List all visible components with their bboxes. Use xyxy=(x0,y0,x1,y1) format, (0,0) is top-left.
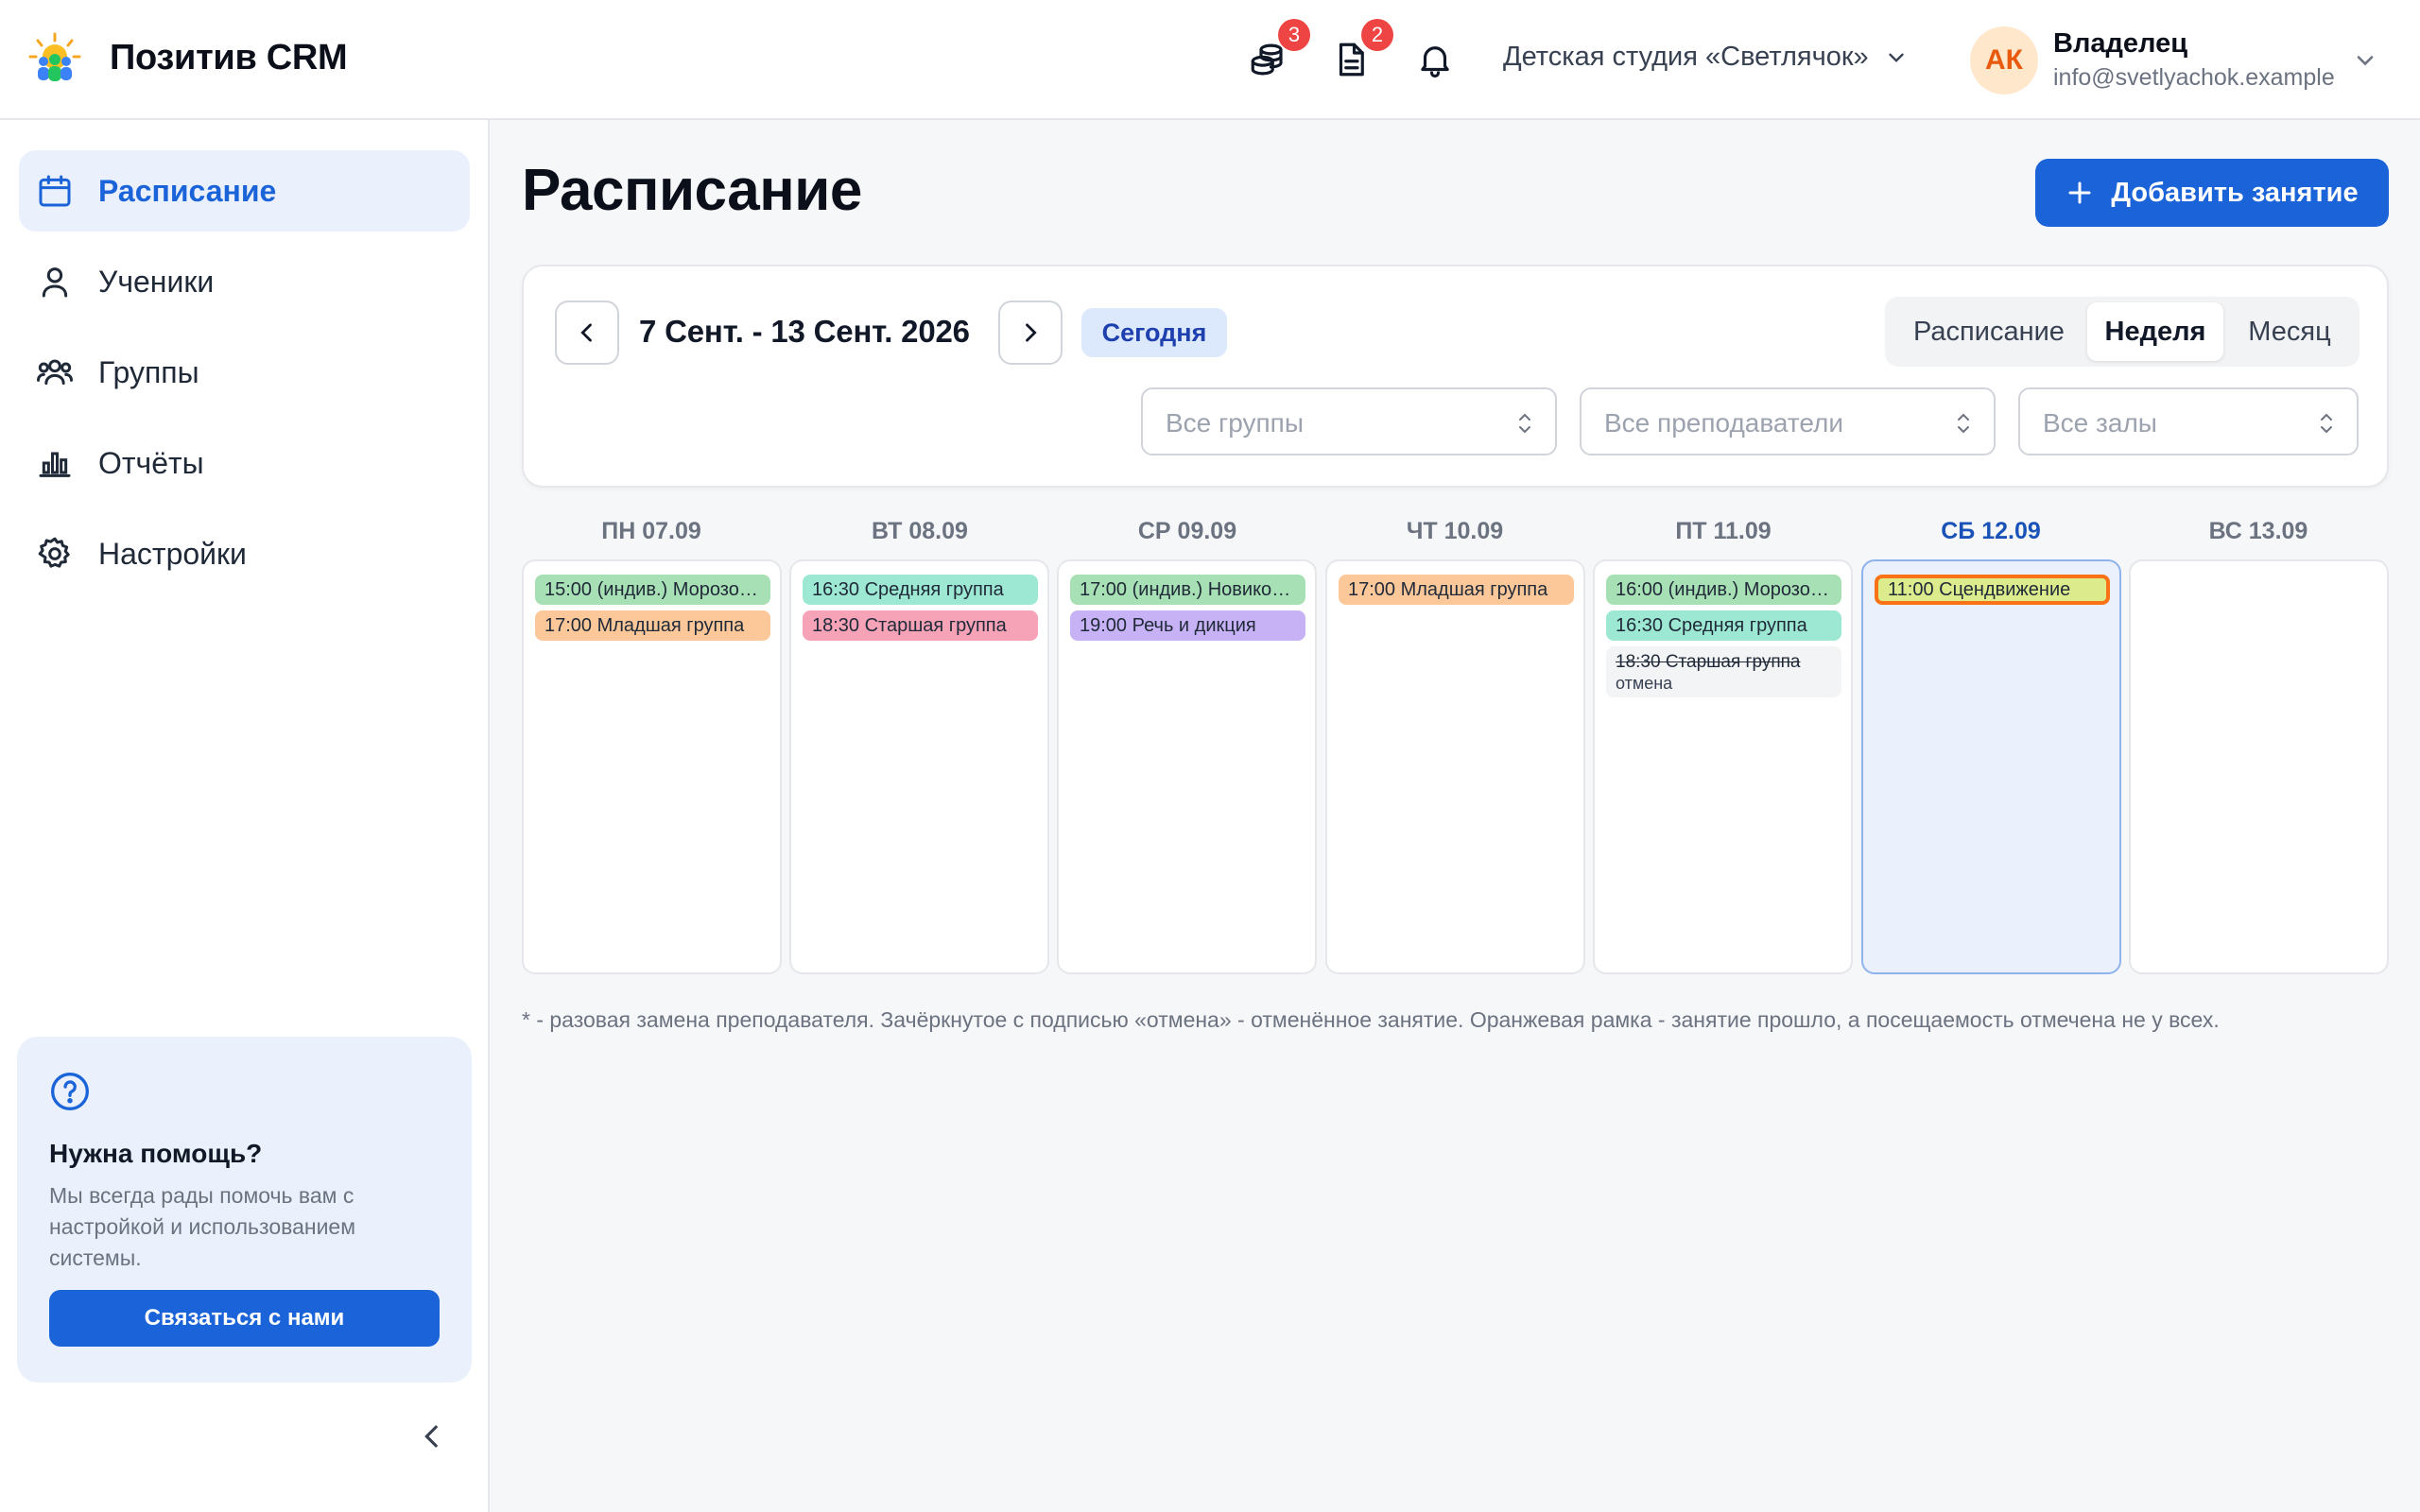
event-chip[interactable]: 17:00 (индив.) Новиков Артём xyxy=(1070,575,1305,605)
day-column-sun[interactable] xyxy=(2129,559,2389,974)
user-email: info@svetlyachok.example xyxy=(2053,64,2335,91)
tab-week[interactable]: Неделя xyxy=(2087,302,2223,361)
sun-people-logo xyxy=(28,32,81,81)
teachers-filter-placeholder: Все преподаватели xyxy=(1604,408,1844,438)
help-card: Нужна помощь? Мы всегда рады помочь вам … xyxy=(17,1037,472,1383)
event-chip[interactable]: 19:00 Речь и дикция xyxy=(1070,610,1305,641)
chevron-down-icon xyxy=(1888,53,1904,62)
gear-icon xyxy=(38,537,70,568)
day-header-today: СБ 12.09 xyxy=(1941,518,2041,544)
add-lesson-label: Добавить занятие xyxy=(2111,177,2359,208)
day-header: ЧТ 10.09 xyxy=(1406,518,1504,544)
coins-badge: 3 xyxy=(1278,19,1310,51)
user-avatar[interactable]: АК xyxy=(1970,26,2038,94)
day-header: СР 09.09 xyxy=(1137,518,1237,544)
legend-footnote: * - разовая замена преподавателя. Зачёрк… xyxy=(522,1007,2220,1032)
event-chip[interactable]: 16:30 Средняя группа xyxy=(803,575,1038,605)
date-range: 7 Сент. - 13 Сент. 2026 xyxy=(639,314,970,349)
event-chip[interactable]: 17:00 Младшая группа xyxy=(535,610,770,641)
user-icon xyxy=(42,267,68,298)
sidebar-item-label: Ученики xyxy=(98,264,215,299)
rooms-filter-select[interactable]: Все залы xyxy=(2018,387,2359,455)
updown-chevron-icon xyxy=(1519,413,1530,434)
tab-schedule[interactable]: Расписание xyxy=(1891,302,2087,361)
event-chip[interactable]: 16:30 Средняя группа xyxy=(1606,610,1841,641)
calendar-icon xyxy=(39,175,71,207)
sidebar-item-groups[interactable]: Группы xyxy=(19,332,470,413)
day-column-tue[interactable]: 16:30 Средняя группа 18:30 Старшая групп… xyxy=(789,559,1049,974)
document-icon[interactable]: 2 xyxy=(1331,19,1393,79)
cancelled-event-title: 18:30 Старшая группа xyxy=(1616,652,1801,672)
help-text: Мы всегда рады помочь вам с настройкой и… xyxy=(49,1183,356,1270)
organization-name: Детская студия «Светлячок» xyxy=(1503,42,1869,72)
today-button[interactable]: Сегодня xyxy=(1081,308,1227,357)
view-switch: Расписание Неделя Месяц xyxy=(1885,297,2360,367)
contact-us-button[interactable]: Связаться с нами xyxy=(49,1290,440,1347)
sidebar-item-settings[interactable]: Настройки xyxy=(19,513,470,594)
prev-week-button[interactable] xyxy=(555,301,619,365)
sidebar: Расписание Ученики Группы Отчёты Настрой… xyxy=(0,120,490,1512)
bar-chart-icon xyxy=(39,452,71,477)
day-header: ПТ 11.09 xyxy=(1675,518,1772,544)
app-title: Позитив CRM xyxy=(110,38,348,77)
groups-filter-placeholder: Все группы xyxy=(1166,408,1304,438)
day-column-fri[interactable]: 16:00 (индив.) Морозова Алиса 16:30 Сред… xyxy=(1593,559,1853,974)
sidebar-item-students[interactable]: Ученики xyxy=(19,241,470,322)
collapse-sidebar-icon[interactable] xyxy=(416,1420,448,1452)
sidebar-item-label: Отчёты xyxy=(98,445,204,480)
sidebar-item-label: Расписание xyxy=(98,173,277,208)
user-role: Владелец xyxy=(2053,28,2188,59)
help-title: Нужна помощь? xyxy=(49,1139,263,1168)
add-lesson-button[interactable]: Добавить занятие xyxy=(2035,159,2389,227)
day-column-thu[interactable]: 17:00 Младшая группа xyxy=(1325,559,1585,974)
sidebar-item-label: Группы xyxy=(98,354,199,389)
schedule-toolbar: 7 Сент. - 13 Сент. 2026 Сегодня Расписан… xyxy=(522,265,2389,488)
day-header: ВТ 08.09 xyxy=(872,518,968,544)
groups-filter-select[interactable]: Все группы xyxy=(1141,387,1557,455)
chevron-right-icon xyxy=(1026,323,1037,342)
event-chip-cancelled[interactable]: 18:30 Старшая группа отмена xyxy=(1606,646,1841,697)
bell-icon[interactable] xyxy=(1415,40,1455,79)
chevron-left-icon xyxy=(580,323,592,342)
event-chip-past[interactable]: 11:00 Сцендвижение xyxy=(1875,575,2110,605)
updown-chevron-icon xyxy=(2321,413,2332,434)
day-header: ВС 13.09 xyxy=(2208,518,2308,544)
page-title: Расписание xyxy=(522,158,862,223)
day-column-wed[interactable]: 17:00 (индив.) Новиков Артём 19:00 Речь … xyxy=(1057,559,1317,974)
coins-icon[interactable]: 3 xyxy=(1248,19,1310,79)
top-header: Позитив CRM 3 2 Детская студия «Светлячо… xyxy=(0,0,2420,120)
question-circle-icon xyxy=(51,1073,89,1110)
sidebar-item-reports[interactable]: Отчёты xyxy=(19,422,470,504)
sidebar-item-schedule[interactable]: Расписание xyxy=(19,150,470,232)
updown-chevron-icon xyxy=(1958,413,1969,434)
day-column-mon[interactable]: 15:00 (индив.) Морозова Алиса 17:00 Млад… xyxy=(522,559,782,974)
next-week-button[interactable] xyxy=(998,301,1063,365)
teachers-filter-select[interactable]: Все преподаватели xyxy=(1580,387,1996,455)
tab-month[interactable]: Месяц xyxy=(2225,302,2354,361)
event-chip[interactable]: 17:00 Младшая группа xyxy=(1339,575,1574,605)
event-chip[interactable]: 15:00 (индив.) Морозова Алиса xyxy=(535,575,770,605)
sidebar-item-label: Настройки xyxy=(98,536,247,571)
plus-icon xyxy=(2068,181,2091,204)
user-menu-chevron-icon[interactable] xyxy=(2352,47,2378,74)
event-chip[interactable]: 18:30 Старшая группа xyxy=(803,610,1038,641)
day-header: ПН 07.09 xyxy=(601,518,701,544)
users-icon xyxy=(37,359,73,386)
organization-select[interactable]: Детская студия «Светлячок» xyxy=(1503,42,1909,73)
document-badge: 2 xyxy=(1361,19,1393,51)
rooms-filter-placeholder: Все залы xyxy=(2043,408,2157,438)
day-column-sat-today[interactable]: 11:00 Сцендвижение xyxy=(1861,559,2121,974)
cancelled-note: отмена xyxy=(1616,674,1673,693)
event-chip[interactable]: 16:00 (индив.) Морозова Алиса xyxy=(1606,575,1841,605)
